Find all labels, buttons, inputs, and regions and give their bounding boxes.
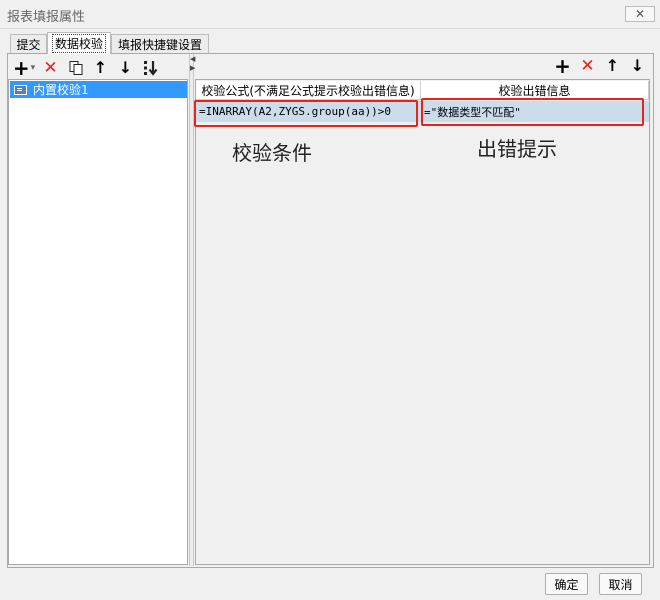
column-header-formula[interactable]: 校验公式(不满足公式提示校验出错信息) [196, 81, 421, 100]
add-dropdown-button[interactable]: + ▾ [10, 58, 38, 78]
move-row-down-button[interactable]: ↓ [625, 56, 650, 76]
collapse-right-icon[interactable]: ▶ [190, 64, 195, 72]
tab-shortcut-settings-label: 填报快捷键设置 [117, 38, 202, 52]
copy-button[interactable] [63, 58, 88, 78]
move-down-button[interactable]: ↓ [113, 58, 138, 78]
delete-row-button[interactable]: ✕ [575, 56, 600, 76]
tab-data-validation-label: 数据校验 [51, 34, 106, 53]
move-down-icon: ↓ [118, 58, 133, 77]
sort-button[interactable] [138, 58, 163, 78]
condition-highlight-box [194, 100, 418, 127]
chevron-down-icon: ▾ [30, 62, 36, 73]
cancel-button[interactable]: 取消 [599, 573, 642, 595]
annotation-validation-condition: 校验条件 [232, 141, 312, 165]
tab-submit[interactable]: 提交 [10, 34, 47, 54]
list-item-label: 内置校验1 [33, 83, 89, 97]
delete-button[interactable]: ✕ [38, 58, 63, 78]
list-item[interactable]: 内置校验1 [10, 81, 187, 98]
close-button[interactable]: ✕ [625, 6, 655, 22]
move-up-icon: ↑ [605, 56, 620, 75]
annotation-error-hint: 出错提示 [477, 137, 557, 161]
window-title: 报表填报属性 [7, 10, 86, 25]
move-up-button[interactable]: ↑ [88, 58, 113, 78]
move-down-icon: ↓ [630, 56, 645, 75]
add-icon: + [554, 54, 571, 78]
validation-list: 内置校验1 [8, 79, 188, 565]
error-hint-highlight-box [421, 98, 644, 126]
close-icon: ✕ [634, 7, 646, 21]
validation-item-icon [14, 84, 27, 95]
panel-splitter[interactable]: ◀ ▶ [189, 54, 195, 566]
column-header-formula-label: 校验公式(不满足公式提示校验出错信息) [201, 83, 415, 98]
left-toolbar: + ▾ ✕ ↑ ↓ [10, 58, 185, 78]
add-row-button[interactable]: + [550, 56, 575, 76]
tab-shortcut-settings[interactable]: 填报快捷键设置 [111, 34, 209, 54]
move-up-icon: ↑ [93, 58, 108, 77]
delete-icon: ✕ [580, 55, 595, 76]
tab-submit-label: 提交 [16, 38, 41, 52]
right-toolbar: + ✕ ↑ ↓ [550, 56, 650, 76]
ok-button[interactable]: 确定 [545, 573, 588, 595]
column-header-message-label: 校验出错信息 [498, 83, 571, 98]
copy-icon [69, 61, 82, 75]
title-bar: 报表填报属性 ✕ [0, 0, 660, 29]
delete-icon: ✕ [43, 57, 58, 78]
add-icon: + [12, 56, 30, 80]
move-row-up-button[interactable]: ↑ [600, 56, 625, 76]
sort-icon [143, 61, 157, 76]
collapse-left-icon[interactable]: ◀ [190, 55, 195, 63]
tab-data-validation[interactable]: 数据校验 [47, 32, 111, 54]
